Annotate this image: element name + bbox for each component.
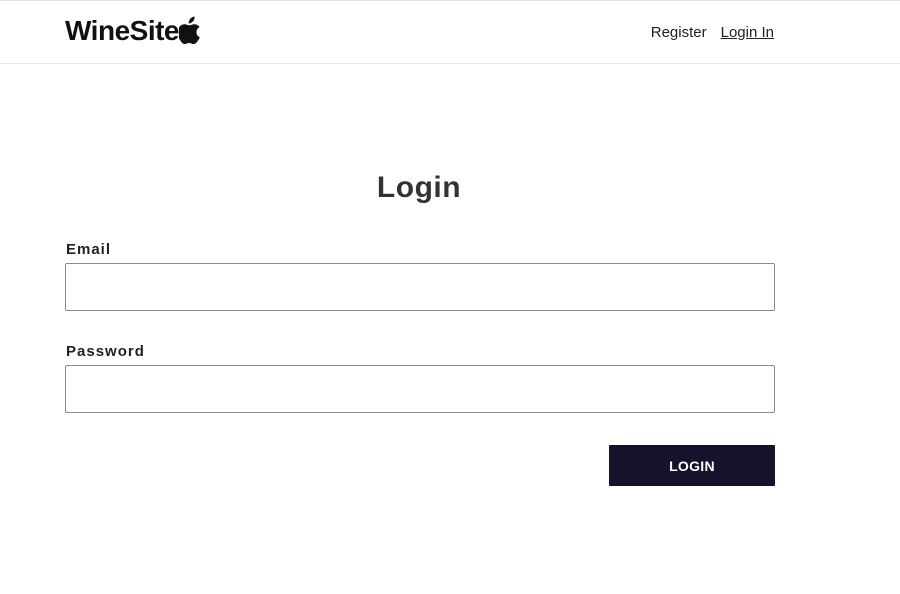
email-label: Email xyxy=(66,241,112,258)
brand-name: WineSite xyxy=(65,15,180,46)
login-button[interactable]: LOGIN xyxy=(609,445,775,486)
top-navigation-bar: WineSite Register Login In xyxy=(0,0,900,64)
login-link[interactable]: Login In xyxy=(721,23,774,43)
email-field[interactable] xyxy=(65,263,775,311)
apple-icon xyxy=(177,16,202,45)
password-field[interactable] xyxy=(65,365,775,413)
brand-logo-link[interactable]: WineSite xyxy=(65,14,202,48)
password-label: Password xyxy=(66,343,145,360)
register-link[interactable]: Register xyxy=(651,23,707,43)
page-title: Login xyxy=(376,171,462,204)
header-nav: Register Login In xyxy=(651,23,774,43)
